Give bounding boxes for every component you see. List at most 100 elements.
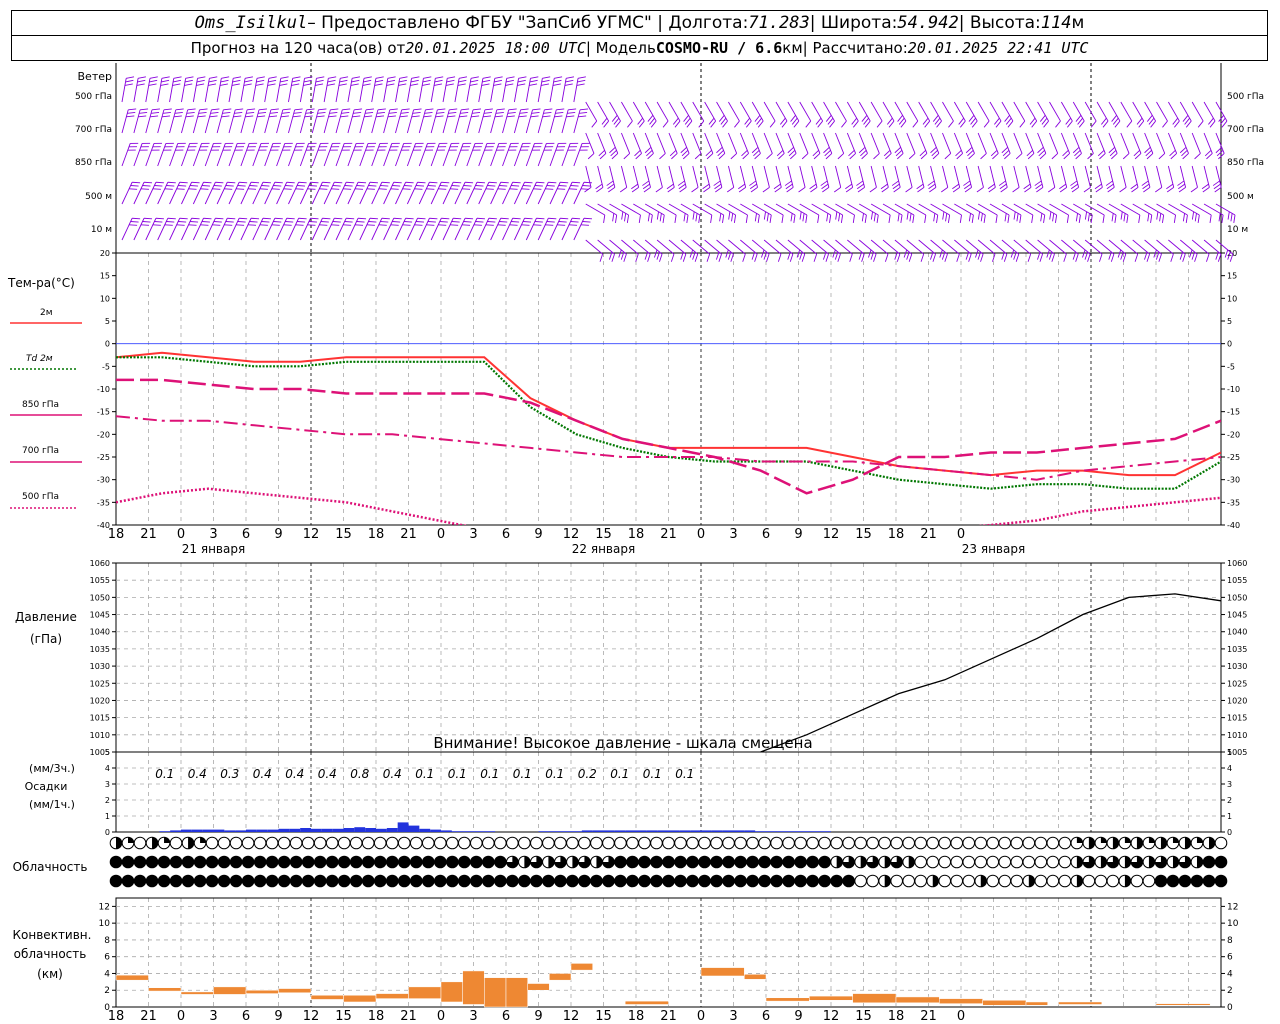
wind-barb-feather <box>375 79 384 83</box>
conv-unit: (км) <box>37 967 63 981</box>
precip-bar <box>776 831 788 832</box>
precip-bar <box>787 831 799 832</box>
wind-barb <box>133 108 149 134</box>
x-tick-label: 18 <box>368 1009 385 1024</box>
wind-barb <box>1120 132 1130 160</box>
wind-barb <box>942 239 960 262</box>
wind-barb-feather <box>1110 253 1115 262</box>
cloud-cover-icon <box>914 855 928 869</box>
wind-barb-feather <box>463 185 472 187</box>
precip-unit-3h: (мм/3ч.) <box>29 762 75 775</box>
wind-barb-feather <box>1189 249 1193 258</box>
wind-barb <box>561 76 575 103</box>
cloud-cover-icon <box>674 836 687 850</box>
wind-barb-staff <box>692 101 705 122</box>
wind-barb-feather <box>411 115 420 118</box>
wind-barb-feather <box>174 111 183 114</box>
wind-barb <box>276 76 289 103</box>
conv-cloud-bar <box>343 995 377 1003</box>
wind-barb-feather <box>209 115 218 118</box>
y-tick-label: 12 <box>99 902 110 912</box>
precip-bar <box>538 831 550 832</box>
wind-barb-feather <box>947 214 951 223</box>
wind-barb-feather <box>655 186 663 193</box>
wind-barb-feather <box>137 76 146 79</box>
wind-barb-feather <box>352 115 361 118</box>
wind-barb-feather <box>555 111 564 114</box>
wind-barb-feather <box>164 224 173 226</box>
wind-barb <box>845 165 854 193</box>
wind-barb-feather <box>1082 249 1086 258</box>
wind-barb-feather <box>341 111 350 114</box>
wind-barb <box>1119 165 1127 193</box>
precip-3h-total: 0.8 <box>350 767 369 781</box>
wind-barb-feather <box>1194 153 1201 160</box>
wind-barb <box>738 165 747 193</box>
wind-barb-feather <box>730 153 737 160</box>
wind-barb-feather <box>154 185 163 187</box>
wind-barb-feather <box>1066 214 1069 223</box>
wind-barb-feather <box>426 224 435 226</box>
cloud-cover-icon <box>554 836 567 850</box>
wind-barb-feather <box>529 83 538 86</box>
wind-barb-feather <box>909 213 912 222</box>
wind-barb-feather <box>1190 186 1198 193</box>
wind-barb-feather <box>976 186 984 193</box>
wind-barb-feather <box>354 188 364 190</box>
cloud-cover-icon <box>229 855 243 869</box>
wind-barb-feather <box>1218 213 1221 222</box>
wind-barb <box>716 132 726 160</box>
x-tick-label: 21 <box>920 1009 937 1024</box>
wind-barb <box>606 165 616 193</box>
cloud-cover-icon <box>373 836 387 850</box>
wind-barb-staff <box>1049 203 1069 216</box>
wind-barb-feather <box>227 181 236 184</box>
wind-barb-feather <box>209 76 218 79</box>
precip-bar <box>289 828 301 832</box>
cloud-cover-icon <box>698 836 711 850</box>
wind-barb-feather <box>435 76 444 79</box>
wind-barb-staff <box>728 203 748 216</box>
cloud-cover-fill <box>1172 856 1179 868</box>
wind-barb <box>1177 165 1187 193</box>
wind-barb <box>835 239 853 262</box>
wind-barb <box>240 108 256 134</box>
wind-barb-feather <box>411 76 420 79</box>
wind-barb-feather <box>451 221 460 223</box>
wind-barb-feather <box>1048 186 1056 193</box>
cloud-cover-icon <box>614 855 627 869</box>
wind-barb <box>632 101 645 128</box>
cloud-cover-icon <box>938 874 952 888</box>
wind-barb-feather <box>268 79 277 83</box>
wind-barb <box>644 239 663 262</box>
y-tick-label: 1010 <box>1227 731 1247 740</box>
cloud-cover-icon <box>433 855 447 869</box>
wind-barb-feather <box>582 221 591 223</box>
wind-barb-staff <box>430 78 436 103</box>
cloud-cover-fill <box>1124 875 1131 887</box>
wind-barb-feather <box>422 79 431 83</box>
y-tick-label: 4 <box>105 764 110 773</box>
wind-barb-feather <box>256 79 265 83</box>
wind-barb-feather <box>433 83 443 86</box>
wind-barb-feather <box>237 185 246 187</box>
cloud-cover-icon <box>1130 874 1144 888</box>
x-tick-label: 12 <box>563 527 580 542</box>
wind-barb-feather <box>256 76 265 79</box>
wind-barb <box>1072 132 1082 160</box>
wind-barb-staff <box>1156 101 1168 122</box>
wind-barb-feather <box>1122 153 1130 160</box>
cloud-cover-fill <box>1196 856 1203 868</box>
wind-barb-feather <box>388 111 397 114</box>
cloud-cover-icon <box>325 836 339 850</box>
wind-barb-staff <box>609 165 616 188</box>
wind-barb-feather <box>725 249 729 258</box>
cloud-cover-fill <box>524 856 531 868</box>
wind-barb-feather <box>534 185 543 187</box>
wind-barb-feather <box>499 185 508 187</box>
wind-barb-feather <box>350 83 359 86</box>
cloud-cover-icon <box>926 836 940 850</box>
cloud-cover-icon <box>229 836 243 850</box>
wind-barb-staff <box>276 78 282 103</box>
wind-barb-feather <box>282 108 291 111</box>
